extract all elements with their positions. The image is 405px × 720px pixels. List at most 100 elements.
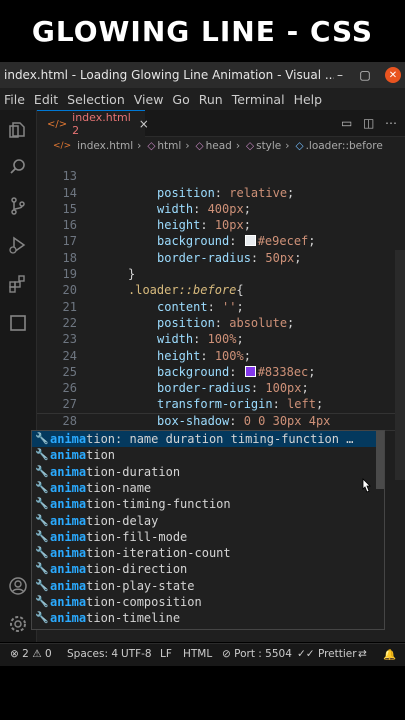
wrench-icon: 🔧	[35, 480, 49, 494]
more-actions-icon[interactable]: ⋯	[385, 116, 397, 130]
menu-help[interactable]: Help	[294, 92, 323, 107]
code-line: 13 position: relative;	[62, 169, 295, 200]
editor-tab-bar: </> index.html 2 × ▭ ◫ ⋯	[37, 110, 405, 137]
live-server-port[interactable]: ⊘ Port : 5504	[222, 648, 292, 660]
element-icon: ◇	[246, 140, 255, 152]
wrench-icon: 🔧	[35, 546, 49, 560]
menu-edit[interactable]: Edit	[34, 92, 58, 107]
breadcrumb: </> index.html › ◇ html › ◇ head › ◇ sty…	[37, 137, 405, 155]
code-line: 16 background: #e9ecef;	[62, 218, 316, 249]
video-banner-title: GLOWING LINE - CSS	[31, 14, 374, 48]
indentation-status[interactable]: Spaces: 4	[67, 648, 118, 660]
suggestion-item[interactable]: 🔧 animation-timeline	[32, 610, 376, 626]
warning-icon: ⚠	[32, 648, 42, 660]
split-editor-icon[interactable]: ◫	[363, 116, 374, 130]
account-icon[interactable]	[8, 576, 28, 596]
suggestions-scrollbar[interactable]	[376, 431, 384, 489]
minimize-button[interactable]: –	[328, 62, 352, 88]
menu-file[interactable]: File	[4, 92, 25, 107]
suggestion-item[interactable]: 🔧 animation-direction	[32, 561, 376, 577]
window-titlebar: index.html - Loading Glowing Line Animat…	[0, 62, 405, 88]
eol-status[interactable]: LF	[160, 648, 172, 660]
element-icon: ◇	[147, 140, 156, 152]
encoding-status[interactable]: UTF-8	[121, 648, 152, 660]
extensions-icon[interactable]	[8, 274, 28, 294]
code-line: 19 .loader::before{	[62, 267, 244, 298]
remote-explorer-icon[interactable]	[8, 313, 28, 333]
code-line: 17 border-radius: 50px;	[62, 234, 302, 265]
element-icon: ◇	[195, 140, 204, 152]
settings-gear-icon[interactable]	[8, 614, 28, 634]
breadcrumb-style[interactable]: style	[256, 140, 281, 152]
html-file-icon: </>	[53, 141, 72, 151]
suggestion-item[interactable]: 🔧 animation-iteration-count	[32, 545, 376, 561]
selector-icon: ◇	[295, 140, 304, 152]
code-line: 20 content: '';	[62, 283, 244, 314]
tab-label: index.html 2	[72, 111, 131, 137]
notifications-bell-icon[interactable]: 🔔	[383, 648, 396, 661]
menu-view[interactable]: View	[134, 92, 164, 107]
menu-go[interactable]: Go	[172, 92, 189, 107]
suggestion-item[interactable]: 🔧 animation-fill-mode	[32, 529, 376, 545]
wrench-icon: 🔧	[35, 562, 49, 576]
code-line: 18 }	[62, 250, 136, 282]
suggestion-item[interactable]: 🔧 animation-name	[32, 480, 376, 496]
wrench-icon: 🔧	[35, 432, 49, 445]
html-file-icon: </>	[47, 118, 68, 130]
tab-index-html[interactable]: </> index.html 2 ×	[37, 110, 149, 137]
maximize-button[interactable]: ▢	[353, 62, 377, 88]
wrench-icon: 🔧	[35, 611, 49, 625]
code-line: 26 transform-origin: left;	[62, 381, 324, 412]
wrench-icon: 🔧	[35, 464, 49, 478]
suggestion-item[interactable]: 🔧 animation-play-state	[32, 578, 376, 594]
wrench-icon: 🔧	[35, 578, 49, 592]
status-bar: ⊗ 2 ⚠ 0 Spaces: 4 UTF-8 LF HTML ⊘ Port :…	[0, 643, 405, 666]
breadcrumb-file[interactable]: index.html	[77, 140, 133, 152]
no-entry-icon: ⊘	[222, 648, 231, 660]
code-line: 22 width: 100%;	[62, 315, 244, 347]
suggestion-item[interactable]: 🔧 animation-duration	[32, 464, 376, 480]
code-line: 23 height: 100%;	[62, 332, 251, 363]
code-line: 15 height: 10px;	[62, 201, 251, 233]
double-check-icon: ✓✓	[297, 648, 315, 660]
language-mode-status[interactable]: HTML	[183, 648, 212, 660]
code-line: 27 box-shadow: 0 0 30px 4px	[62, 397, 331, 428]
feedback-icon[interactable]: ⇄	[358, 648, 367, 660]
code-line: 24 background: #8338ec;	[62, 348, 316, 379]
breadcrumb-html[interactable]: html	[157, 140, 181, 152]
menu-terminal[interactable]: Terminal	[232, 92, 285, 107]
problems-indicator[interactable]: ⊗ 2 ⚠ 0	[10, 648, 52, 660]
split-layout-icon[interactable]: ▭	[341, 116, 352, 130]
menu-selection[interactable]: Selection	[67, 92, 125, 107]
suggestion-item[interactable]: 🔧 animation	[32, 447, 376, 463]
editor-scrollbar[interactable]	[395, 250, 405, 480]
autocomplete-suggestions: 🔧 animation: name duration timing-functi…	[31, 430, 385, 630]
wrench-icon: 🔧	[35, 448, 49, 462]
close-window-button[interactable]: ✕	[385, 67, 401, 83]
source-control-icon[interactable]	[8, 196, 28, 216]
tab-close-icon[interactable]: ×	[139, 117, 149, 131]
window-title: index.html - Loading Glowing Line Animat…	[4, 68, 334, 82]
wrench-icon: 🔧	[35, 529, 49, 543]
suggestion-item[interactable]: 🔧 animation-delay	[32, 513, 376, 529]
menu-run[interactable]: Run	[199, 92, 223, 107]
menu-bar: File Edit Selection View Go Run Terminal…	[0, 88, 405, 110]
code-line: 14 width: 400px;	[62, 185, 251, 216]
wrench-icon: 🔧	[35, 497, 49, 511]
code-line: 28 #7371fc;	[37, 397, 405, 444]
wrench-icon: 🔧	[35, 595, 49, 608]
wrench-icon: 🔧	[35, 513, 49, 527]
error-icon: ⊗	[10, 648, 19, 660]
suggestion-item[interactable]: 🔧 animation-composition	[32, 594, 376, 610]
suggestion-item[interactable]: 🔧 animation-timing-function	[32, 496, 376, 512]
search-icon[interactable]	[8, 157, 28, 177]
code-line: 25 border-radius: 100px;	[62, 364, 309, 396]
breadcrumb-head[interactable]: head	[206, 140, 232, 152]
breadcrumb-selector[interactable]: .loader::before	[306, 140, 383, 152]
run-debug-icon[interactable]	[8, 235, 28, 255]
mouse-pointer-icon	[362, 478, 371, 493]
suggestion-item[interactable]: 🔧 animation: name duration timing-functi…	[32, 431, 376, 448]
explorer-icon[interactable]	[8, 120, 28, 140]
code-line: 21 position: absolute;	[62, 299, 295, 330]
prettier-status[interactable]: ✓✓ Prettier	[297, 648, 357, 660]
